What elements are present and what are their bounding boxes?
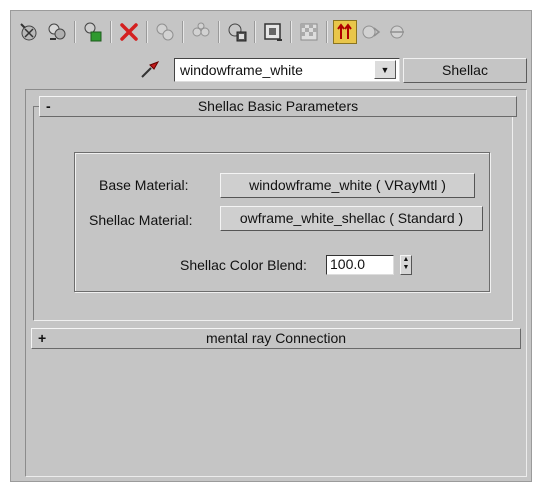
toolbar-separator [74, 21, 76, 43]
go-sibling-icon[interactable] [385, 20, 409, 44]
rollout-title: Shellac Basic Parameters [197, 98, 359, 114]
color-blend-input[interactable]: 100.0 [326, 255, 394, 275]
material-name-field[interactable]: windowframe_white [174, 58, 400, 82]
base-material-button[interactable]: windowframe_white ( VRayMtl ) [220, 173, 475, 198]
go-to-parent-icon[interactable] [333, 20, 357, 44]
toolbar-separator [182, 21, 184, 43]
eyedropper-icon[interactable] [137, 57, 163, 81]
collapse-icon: - [46, 98, 51, 114]
base-material-label: Base Material: [99, 177, 189, 193]
chevron-down-icon[interactable]: ▼ [374, 60, 396, 79]
show-background-icon[interactable] [297, 20, 321, 44]
shellac-material-button[interactable]: owframe_white_shellac ( Standard ) [220, 206, 483, 231]
make-unique-icon[interactable] [153, 20, 177, 44]
toolbar-separator [146, 21, 148, 43]
material-editor-window: windowframe_white ▼ Shellac - Shellac Ba… [10, 10, 532, 482]
toolbar [11, 11, 531, 51]
put-to-scene-icon[interactable] [45, 20, 69, 44]
mentalray-rollout-header[interactable]: + mental ray Connection [31, 328, 521, 349]
get-material-icon[interactable] [17, 20, 41, 44]
shellac-material-label: Shellac Material: [89, 212, 193, 228]
color-blend-spinner[interactable]: ▲ ▼ [400, 255, 412, 275]
material-id-icon[interactable] [225, 20, 249, 44]
shellac-rollout-header[interactable]: - Shellac Basic Parameters [39, 96, 517, 117]
toolbar-separator [326, 21, 328, 43]
rollout-title: mental ray Connection [205, 330, 347, 346]
color-blend-label: Shellac Color Blend: [180, 257, 307, 273]
delete-icon[interactable] [117, 20, 141, 44]
toolbar-separator [290, 21, 292, 43]
toolbar-separator [218, 21, 220, 43]
material-row: windowframe_white ▼ Shellac [11, 55, 531, 85]
toolbar-separator [110, 21, 112, 43]
rollout-panel: - Shellac Basic Parameters Base Material… [25, 89, 527, 477]
put-to-library-icon[interactable] [189, 20, 213, 44]
show-map-icon[interactable] [261, 20, 285, 44]
go-forward-icon[interactable] [359, 20, 383, 44]
assign-material-icon[interactable] [81, 20, 105, 44]
material-type-button[interactable]: Shellac [403, 58, 527, 83]
toolbar-separator [254, 21, 256, 43]
expand-icon: + [38, 330, 47, 346]
